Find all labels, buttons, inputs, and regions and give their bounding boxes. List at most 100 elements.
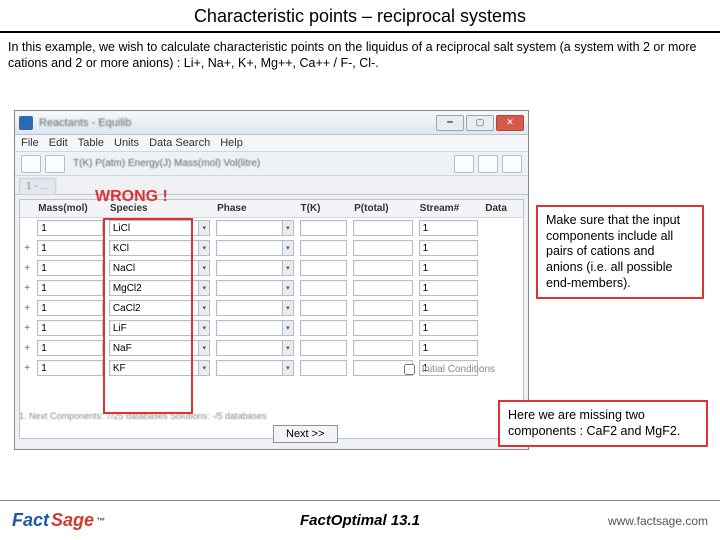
table-row: + ▾ ▾ xyxy=(20,298,523,318)
table-row: + ▾ ▾ xyxy=(20,338,523,358)
plus-sign: + xyxy=(20,358,34,378)
stream-input[interactable] xyxy=(419,260,479,276)
chevron-down-icon[interactable]: ▾ xyxy=(199,280,210,296)
toolbar-btn-r1[interactable] xyxy=(454,155,474,173)
table-row: ▾▾ xyxy=(20,218,523,239)
stream-input[interactable] xyxy=(419,340,479,356)
tk-input[interactable] xyxy=(300,340,348,356)
tk-input[interactable] xyxy=(300,320,348,336)
initial-conditions-checkbox[interactable] xyxy=(404,364,415,375)
phase-input[interactable] xyxy=(216,260,283,276)
ptotal-input[interactable] xyxy=(353,340,413,356)
menu-file[interactable]: File xyxy=(21,137,39,149)
plus-sign: + xyxy=(20,318,34,338)
chevron-down-icon[interactable]: ▾ xyxy=(283,340,293,356)
tip-box-1: Make sure that the input components incl… xyxy=(536,205,704,299)
initial-conditions-label: Initial Conditions xyxy=(422,364,495,375)
plus-sign: + xyxy=(20,238,34,258)
tk-input[interactable] xyxy=(300,220,348,236)
toolbar-btn-r2[interactable] xyxy=(478,155,498,173)
plus-sign xyxy=(20,218,34,239)
phase-input[interactable] xyxy=(216,320,283,336)
mass-input[interactable] xyxy=(37,240,103,256)
close-button[interactable]: ✕ xyxy=(496,115,524,131)
phase-input[interactable] xyxy=(216,300,283,316)
menu-units[interactable]: Units xyxy=(114,137,139,149)
stream-input[interactable] xyxy=(419,320,479,336)
chevron-down-icon[interactable]: ▾ xyxy=(283,220,293,236)
mass-input[interactable] xyxy=(37,260,103,276)
ptotal-input[interactable] xyxy=(353,240,413,256)
chevron-down-icon[interactable]: ▾ xyxy=(283,300,293,316)
ptotal-input[interactable] xyxy=(353,260,413,276)
chevron-down-icon[interactable]: ▾ xyxy=(283,260,293,276)
menu-table[interactable]: Table xyxy=(78,137,104,149)
footer-center: FactOptimal 13.1 xyxy=(0,512,720,529)
app-icon xyxy=(19,116,33,130)
plus-sign: + xyxy=(20,338,34,358)
toolbar-btn-r3[interactable] xyxy=(502,155,522,173)
mass-input[interactable] xyxy=(37,360,103,376)
slide-title: Characteristic points – reciprocal syste… xyxy=(0,0,720,33)
toolbar-btn-1[interactable] xyxy=(21,155,41,173)
stream-input[interactable] xyxy=(419,240,479,256)
chevron-down-icon[interactable]: ▾ xyxy=(199,300,210,316)
stream-input[interactable] xyxy=(419,280,479,296)
mass-input[interactable] xyxy=(37,220,103,236)
chevron-down-icon[interactable]: ▾ xyxy=(199,240,210,256)
titlebar: Reactants - Equilib ━ ▢ ✕ xyxy=(15,111,528,135)
phase-input[interactable] xyxy=(216,340,283,356)
slide-intro: In this example, we wish to calculate ch… xyxy=(0,39,720,75)
tk-input[interactable] xyxy=(300,280,348,296)
next-button[interactable]: Next >> xyxy=(273,425,338,443)
chevron-down-icon[interactable]: ▾ xyxy=(199,220,210,236)
stream-input[interactable] xyxy=(419,220,479,236)
chevron-down-icon[interactable]: ▾ xyxy=(283,320,293,336)
mass-input[interactable] xyxy=(37,280,103,296)
tk-input[interactable] xyxy=(300,360,348,376)
phase-input[interactable] xyxy=(216,220,283,236)
phase-input[interactable] xyxy=(216,280,283,296)
tk-input[interactable] xyxy=(300,300,348,316)
col-data: Data xyxy=(481,200,523,218)
highlight-species-column xyxy=(103,218,193,414)
mass-input[interactable] xyxy=(37,300,103,316)
app-window: Reactants - Equilib ━ ▢ ✕ File Edit Tabl… xyxy=(14,110,529,450)
minimize-button[interactable]: ━ xyxy=(436,115,464,131)
chevron-down-icon[interactable]: ▾ xyxy=(283,240,293,256)
ptotal-input[interactable] xyxy=(353,320,413,336)
ptotal-input[interactable] xyxy=(353,220,413,236)
mass-input[interactable] xyxy=(37,340,103,356)
table-row: + ▾ ▾ xyxy=(20,258,523,278)
initial-conditions[interactable]: Initial Conditions xyxy=(400,361,495,378)
col-stream: Stream# xyxy=(416,200,482,218)
menubar: File Edit Table Units Data Search Help xyxy=(15,135,528,152)
footer: FactSage™ FactOptimal 13.1 www.factsage.… xyxy=(0,500,720,540)
maximize-button[interactable]: ▢ xyxy=(466,115,494,131)
mass-input[interactable] xyxy=(37,320,103,336)
ptotal-input[interactable] xyxy=(353,280,413,296)
plus-sign: + xyxy=(20,258,34,278)
phase-input[interactable] xyxy=(216,240,283,256)
tk-input[interactable] xyxy=(300,240,348,256)
chevron-down-icon[interactable]: ▾ xyxy=(199,340,210,356)
menu-data-search[interactable]: Data Search xyxy=(149,137,210,149)
plus-sign: + xyxy=(20,298,34,318)
chevron-down-icon[interactable]: ▾ xyxy=(283,360,293,376)
menu-help[interactable]: Help xyxy=(220,137,243,149)
chevron-down-icon[interactable]: ▾ xyxy=(199,260,210,276)
ptotal-input[interactable] xyxy=(353,300,413,316)
stream-input[interactable] xyxy=(419,300,479,316)
chevron-down-icon[interactable]: ▾ xyxy=(199,320,210,336)
reactants-grid: Mass(mol) Species Phase T(K) P(total) St… xyxy=(20,200,523,378)
menu-edit[interactable]: Edit xyxy=(49,137,68,149)
phase-input[interactable] xyxy=(216,360,283,376)
tab-1[interactable]: 1 - ... xyxy=(19,178,56,194)
wrong-label: WRONG ! xyxy=(95,188,168,206)
chevron-down-icon[interactable]: ▾ xyxy=(199,360,210,376)
chevron-down-icon[interactable]: ▾ xyxy=(283,280,293,296)
table-row: + ▾ ▾ xyxy=(20,318,523,338)
tk-input[interactable] xyxy=(300,260,348,276)
tip-box-2: Here we are missing two components : CaF… xyxy=(498,400,708,447)
toolbar-btn-2[interactable] xyxy=(45,155,65,173)
